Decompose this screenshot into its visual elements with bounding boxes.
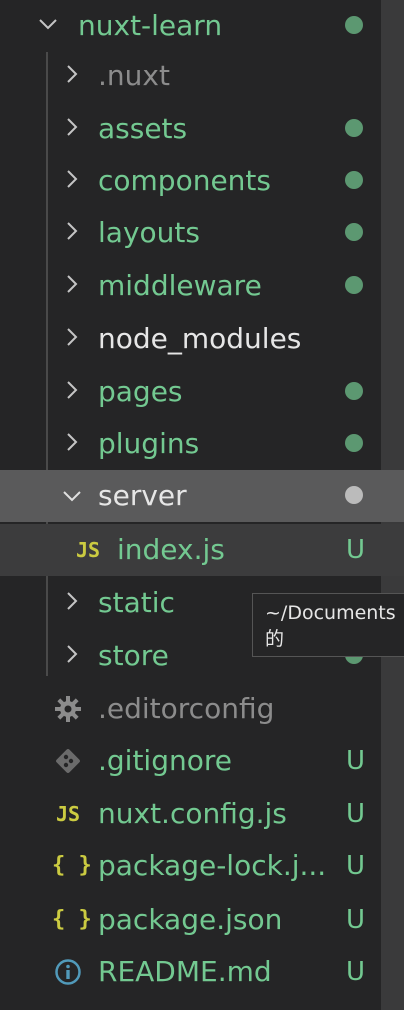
tree-item-components[interactable]: components <box>0 155 381 207</box>
tree-item-label: node_modules <box>98 322 302 355</box>
tree-item-server[interactable]: server <box>0 470 404 522</box>
tree-item-label: middleware <box>98 269 262 302</box>
git-status-untracked: U <box>346 851 366 881</box>
javascript-file-icon: JS <box>56 802 81 826</box>
tree-item-assets[interactable]: assets <box>0 103 381 155</box>
tree-item-label: nuxt-learn <box>78 9 223 42</box>
tree-item-plugins[interactable]: plugins <box>0 418 381 470</box>
tree-item-index-js[interactable]: JS index.js U <box>0 524 404 576</box>
chevron-down-icon <box>36 0 60 52</box>
chevron-right-icon <box>60 207 84 259</box>
tree-item-label: pages <box>98 375 183 408</box>
tree-item-package-lock-json[interactable]: { } package-lock.j... U <box>0 840 381 892</box>
tree-item-readme-md[interactable]: README.md U <box>0 946 381 998</box>
tree-item-gitignore[interactable]: .gitignore U <box>0 735 381 787</box>
chevron-right-icon <box>60 577 84 629</box>
chevron-right-icon <box>60 155 84 207</box>
tree-item-label: static <box>98 586 175 619</box>
tree-item-node-modules[interactable]: node_modules <box>0 313 381 365</box>
git-status-dot <box>345 486 363 504</box>
tree-item-label: layouts <box>98 216 200 249</box>
tree-item-nuxt-folder[interactable]: .nuxt <box>0 50 381 102</box>
git-status-untracked: U <box>346 905 366 935</box>
git-status-dot <box>345 119 363 137</box>
chevron-right-icon <box>60 313 84 365</box>
tree-item-label: assets <box>98 112 188 145</box>
git-status-untracked: U <box>346 799 366 829</box>
git-status-dot <box>345 171 363 189</box>
hover-tooltip: ~/Documents 的 <box>252 593 404 657</box>
chevron-down-icon <box>60 470 84 522</box>
git-status-untracked: U <box>346 957 366 987</box>
chevron-right-icon <box>60 260 84 312</box>
tree-item-middleware[interactable]: middleware <box>0 260 381 312</box>
tree-item-label: .nuxt <box>98 59 170 92</box>
tree-item-label: store <box>98 639 169 672</box>
git-status-dot <box>345 382 363 400</box>
json-file-icon: { } <box>52 907 92 932</box>
tree-item-label: nuxt.config.js <box>98 797 287 830</box>
chevron-right-icon <box>60 103 84 155</box>
file-explorer: nuxt-learn .nuxt assets components layou… <box>0 0 404 1010</box>
javascript-file-icon: JS <box>76 538 101 562</box>
tree-item-package-json[interactable]: { } package.json U <box>0 894 381 946</box>
tree-item-editorconfig[interactable]: .editorconfig <box>0 683 381 735</box>
tree-item-nuxt-config-js[interactable]: JS nuxt.config.js U <box>0 788 381 840</box>
tree-item-layouts[interactable]: layouts <box>0 207 381 259</box>
git-icon <box>54 747 82 779</box>
tree-item-label: components <box>98 164 271 197</box>
git-status-dot <box>345 276 363 294</box>
chevron-right-icon <box>60 366 84 418</box>
tree-item-label: package.json <box>98 903 283 936</box>
tree-item-label: .editorconfig <box>98 692 275 725</box>
tree-item-label: index.js <box>117 533 225 566</box>
tree-item-label: package-lock.j... <box>98 849 327 882</box>
git-status-dot <box>345 434 363 452</box>
json-file-icon: { } <box>52 853 92 878</box>
git-status-dot <box>345 223 363 241</box>
tree-item-label: .gitignore <box>98 744 232 777</box>
git-status-untracked: U <box>346 746 366 776</box>
info-icon <box>54 958 82 990</box>
git-status-dot <box>345 16 363 34</box>
git-status-untracked: U <box>346 535 366 565</box>
tooltip-line-2: 的 <box>265 628 285 650</box>
tree-item-pages[interactable]: pages <box>0 366 381 418</box>
tree-item-label: server <box>98 479 187 512</box>
chevron-right-icon <box>60 630 84 682</box>
tree-item-label: plugins <box>98 427 200 460</box>
tooltip-line-1: ~/Documents <box>265 602 396 624</box>
tree-item-label: README.md <box>98 955 272 988</box>
chevron-right-icon <box>60 418 84 470</box>
tree-root-nuxt-learn[interactable]: nuxt-learn <box>0 0 381 52</box>
gear-icon <box>54 695 82 727</box>
chevron-right-icon <box>60 50 84 102</box>
